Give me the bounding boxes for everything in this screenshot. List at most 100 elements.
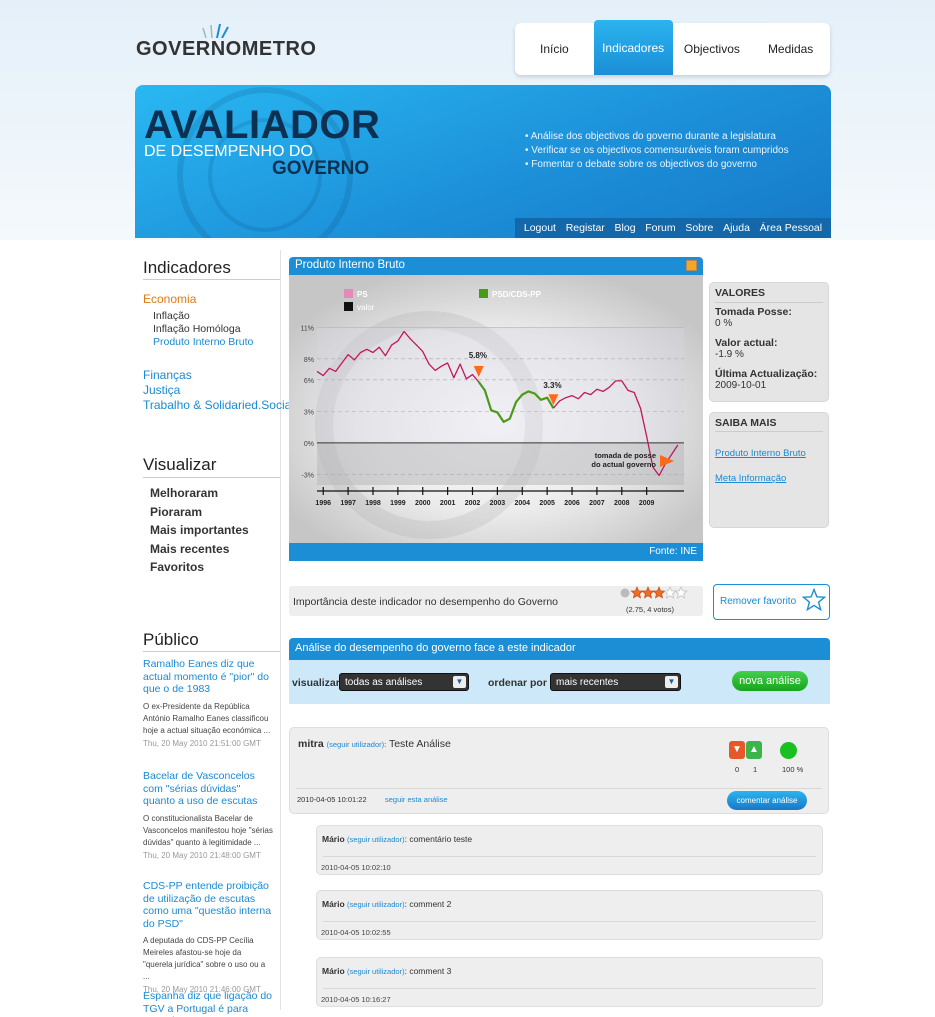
nova-analise-button[interactable]: nova análise bbox=[732, 671, 808, 691]
star-icon[interactable] bbox=[630, 586, 644, 599]
subnav-forum[interactable]: Forum bbox=[645, 222, 675, 234]
news-title[interactable]: CDS-PP entende proibição de utilização d… bbox=[143, 880, 273, 930]
sidebar-item-trabalho[interactable]: Trabalho & Solidaried.Social bbox=[143, 398, 294, 412]
subnav-blog[interactable]: Blog bbox=[615, 222, 636, 234]
follow-user-link[interactable]: (seguir utilizador) bbox=[347, 835, 405, 844]
comment-user[interactable]: Mário bbox=[322, 834, 345, 844]
star-icon[interactable] bbox=[674, 586, 688, 599]
news-date: Thu, 20 May 2010 21:48:00 GMT bbox=[143, 850, 261, 860]
x-tick-label: 1997 bbox=[340, 500, 356, 507]
divider bbox=[143, 477, 280, 478]
divider bbox=[323, 856, 816, 857]
y-tick-label: -3% bbox=[302, 472, 314, 479]
comment-date: 2010-04-05 10:02:55 bbox=[321, 928, 391, 937]
star-rating-svg[interactable] bbox=[620, 586, 690, 600]
ordenar-select[interactable]: mais recentes ▼ bbox=[550, 673, 681, 691]
banner-subtitle-governo: GOVERNO bbox=[272, 158, 370, 179]
sidebar-item-economia[interactable]: Economia bbox=[143, 292, 196, 306]
star-icon[interactable] bbox=[652, 586, 666, 599]
star-outline-icon bbox=[802, 588, 826, 612]
follow-user-link[interactable]: (seguir utilizador) bbox=[347, 967, 405, 976]
comment-text: comment 3 bbox=[409, 966, 452, 976]
link-produto-interno-bruto[interactable]: Produto Interno Bruto bbox=[715, 448, 823, 459]
news-body: O constitucionalista Bacelar de Vasconce… bbox=[143, 813, 273, 847]
divider bbox=[143, 279, 280, 280]
saiba-mais-title: SAIBA MAIS bbox=[715, 417, 777, 429]
subnav-logout[interactable]: Logout bbox=[524, 222, 556, 234]
visualizar-melhoraram[interactable]: Melhoraram bbox=[150, 484, 249, 503]
remover-favorito-button[interactable]: Remover favorito bbox=[713, 584, 830, 620]
valor-actual-label: Valor actual: bbox=[715, 336, 778, 349]
divider bbox=[143, 651, 280, 652]
news-title[interactable]: Ramalho Eanes diz que actual momento é "… bbox=[143, 658, 273, 696]
news-date: Thu, 20 May 2010 21:51:00 GMT bbox=[143, 738, 261, 748]
star-icon[interactable] bbox=[641, 586, 655, 599]
x-tick-label: 1998 bbox=[365, 500, 381, 507]
comentar-analise-button[interactable]: comentar análise bbox=[727, 791, 807, 810]
visualizar-mais-recentes[interactable]: Mais recentes bbox=[150, 540, 249, 559]
y-tick-label: 8% bbox=[304, 357, 314, 364]
star-rating[interactable] bbox=[620, 586, 690, 600]
thumbs-up-icon[interactable]: ▲ bbox=[746, 741, 762, 759]
news-body: O ex-Presidente da República António Ram… bbox=[143, 701, 271, 735]
banner-bullet: • Análise dos objectivos do governo dura… bbox=[525, 131, 776, 142]
news-item: Ramalho Eanes diz que actual momento é "… bbox=[143, 658, 273, 748]
seguir-analise-link[interactable]: seguir esta análise bbox=[385, 795, 448, 804]
sidebar-item-justica[interactable]: Justiça bbox=[143, 383, 180, 397]
visualizar-pioraram[interactable]: Pioraram bbox=[150, 503, 249, 522]
clear-rating-icon[interactable] bbox=[620, 588, 630, 598]
post-header: mitra (seguir utilizador): Teste Análise bbox=[298, 738, 451, 750]
news-item: Espanha diz que ligação do TGV a Portuga… bbox=[143, 990, 273, 1017]
tomada-posse-value: 0 % bbox=[715, 318, 733, 329]
news-item: CDS-PP entende proibição de utilização d… bbox=[143, 880, 273, 994]
visualizar-select-value: todas as análises bbox=[345, 677, 423, 688]
link-meta-informacao[interactable]: Meta Informação bbox=[715, 473, 823, 484]
visualizar-mais-importantes[interactable]: Mais importantes bbox=[150, 521, 249, 540]
nav-inicio[interactable]: Início bbox=[515, 23, 594, 75]
comment-date: 2010-04-05 10:16:27 bbox=[321, 995, 391, 1004]
legend-swatch bbox=[344, 302, 353, 311]
sidebar-visualizar-title: Visualizar bbox=[143, 455, 217, 474]
star-icon[interactable] bbox=[663, 586, 677, 599]
sidebar-item-inflacao-homologa[interactable]: Inflação Homóloga bbox=[153, 323, 241, 336]
nav-objectivos[interactable]: Objectivos bbox=[673, 23, 752, 75]
approval-percent: 100 % bbox=[782, 765, 804, 774]
chart-type-icon[interactable] bbox=[686, 260, 697, 271]
news-title[interactable]: Espanha diz que ligação do TGV a Portuga… bbox=[143, 990, 273, 1017]
down-votes: 0 bbox=[735, 765, 740, 774]
ordenar-label: ordenar por bbox=[488, 677, 547, 689]
thumbs-down-icon[interactable]: ▼ bbox=[729, 741, 745, 759]
banner-bullet: • Fomentar o debate sobre os objectivos … bbox=[525, 159, 757, 170]
x-tick-label: 2008 bbox=[614, 500, 630, 507]
nav-medidas[interactable]: Medidas bbox=[751, 23, 830, 75]
nav-indicadores[interactable]: Indicadores bbox=[593, 20, 673, 75]
main-nav: Início Indicadores Objectivos Medidas bbox=[515, 20, 830, 75]
news-title[interactable]: Bacelar de Vasconcelos com "sérias dúvid… bbox=[143, 770, 273, 808]
sidebar-item-inflacao[interactable]: Inflação bbox=[153, 310, 190, 323]
legend-label: PS bbox=[357, 290, 368, 299]
subnav-area-pessoal[interactable]: Área Pessoal bbox=[760, 222, 822, 234]
follow-user-link[interactable]: (seguir utilizador) bbox=[327, 740, 385, 749]
follow-user-link[interactable]: (seguir utilizador) bbox=[347, 900, 405, 909]
comment-text: comentário teste bbox=[409, 834, 473, 844]
visualizar-select[interactable]: todas as análises ▼ bbox=[339, 673, 469, 691]
sidebar-item-pib[interactable]: Produto Interno Bruto bbox=[153, 336, 253, 349]
tomada-posse-label: Tomada Posse: bbox=[715, 305, 792, 318]
comment-text: comment 2 bbox=[409, 899, 452, 909]
visualizar-favoritos[interactable]: Favoritos bbox=[150, 558, 249, 577]
sidebar-item-financas[interactable]: Finanças bbox=[143, 368, 192, 382]
logo[interactable]: GOVERNOMETRO bbox=[136, 38, 316, 61]
subnav-registar[interactable]: Registar bbox=[566, 222, 605, 234]
divider bbox=[323, 921, 816, 922]
column-divider bbox=[280, 250, 281, 1010]
news-item: Bacelar de Vasconcelos com "sérias dúvid… bbox=[143, 770, 273, 860]
post-user[interactable]: mitra bbox=[298, 738, 324, 750]
comment-user[interactable]: Mário bbox=[322, 899, 345, 909]
y-tick-label: 3% bbox=[304, 409, 314, 416]
visualizar-list: Melhoraram Pioraram Mais importantes Mai… bbox=[150, 484, 249, 577]
chart-area: 11% 8% 6% 3% 0% -3% 1996 1997 1998 1999 2000 2001 20… bbox=[289, 275, 703, 543]
comment-user[interactable]: Mário bbox=[322, 966, 345, 976]
y-tick-label: 0% bbox=[304, 441, 314, 448]
subnav-ajuda[interactable]: Ajuda bbox=[723, 222, 750, 234]
subnav-sobre[interactable]: Sobre bbox=[685, 222, 713, 234]
